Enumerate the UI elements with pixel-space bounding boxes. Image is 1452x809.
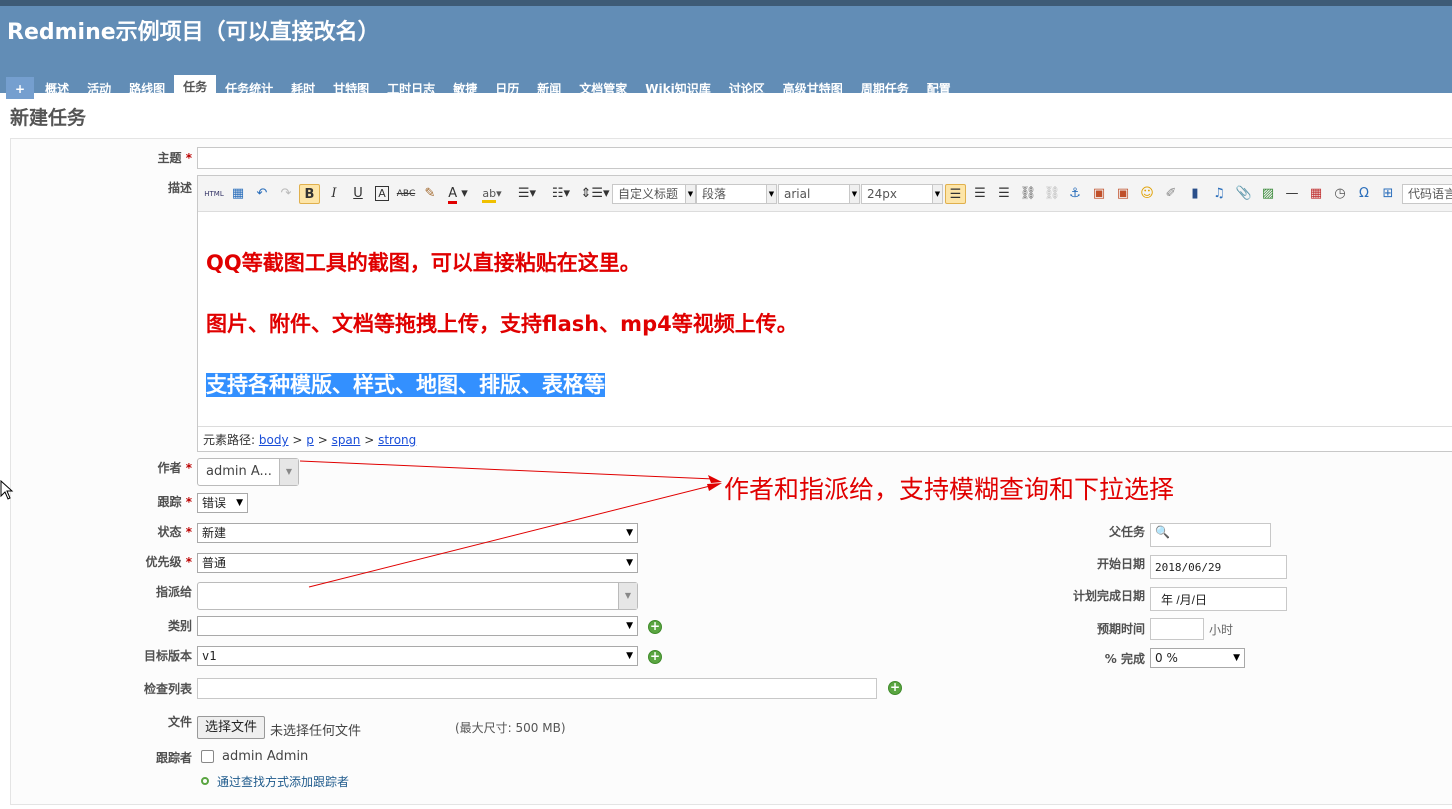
annotation-text: 作者和指派给，支持模糊查询和下拉选择 (724, 475, 1175, 504)
mouse-cursor-icon (0, 480, 14, 500)
arrow-to-assignee (308, 484, 715, 588)
arrow-to-author (299, 460, 715, 480)
arrowhead-icon (708, 475, 722, 483)
arrowhead-icon (707, 483, 722, 491)
annotation-arrows (299, 460, 722, 588)
